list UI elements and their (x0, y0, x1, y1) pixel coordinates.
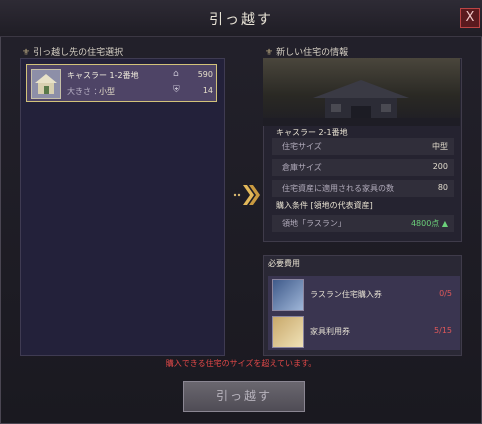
cost-item-count: 0/5 (439, 289, 452, 298)
cost-item-count: 5/15 (434, 326, 452, 335)
info-value: 80 (437, 183, 448, 192)
house-thumbnail (31, 69, 61, 99)
cost-item-label: ラスラン住宅購入券 (310, 290, 382, 299)
right-section-title: 新しい住宅の情報 (276, 48, 349, 58)
fleur-icon: ⚜ (22, 48, 31, 58)
house-list-item[interactable]: キャスラー 1-2番地 大きさ ： 小型 ⌂ 590 ⛨ 14 (26, 64, 217, 102)
info-value: 中型 (432, 142, 448, 151)
house-icon (35, 74, 57, 94)
condition-key: 領地「ラスラン」 (282, 219, 346, 228)
house-name: キャスラー 1-2番地 (67, 71, 139, 80)
left-section-header: ⚜ 引っ越し先の住宅選択 (22, 45, 123, 58)
info-value: 200 (432, 162, 448, 171)
info-row-furniture-count: 住宅資産に適用される家具の数 80 (272, 180, 454, 197)
house-stat-2: 14 (202, 86, 213, 95)
house-size-value: 小型 (99, 87, 115, 96)
house-size-label: 大きさ ： (67, 87, 102, 96)
info-key: 倉庫サイズ (282, 163, 322, 172)
info-key: 住宅サイズ (282, 142, 322, 151)
house-icon: ⌂ (173, 69, 179, 79)
arrow-right-icon (232, 182, 262, 208)
info-row-condition: 領地「ラスラン」 4800点 ▲ (272, 215, 454, 232)
cost-item-purchase-ticket[interactable]: ラスラン住宅購入券 0/5 (268, 276, 460, 313)
cost-section-title: 必要費用 (268, 259, 300, 268)
cost-item-label: 家具利用券 (310, 327, 350, 336)
close-button[interactable]: X (460, 8, 480, 28)
house-list-panel (20, 58, 225, 356)
info-key: 住宅資産に適用される家具の数 (282, 184, 394, 193)
size-warning-text: 購入できる住宅のサイズを超えています。 (165, 359, 317, 368)
info-row-house-size: 住宅サイズ 中型 (272, 138, 454, 155)
left-section-title: 引っ越し先の住宅選択 (33, 48, 124, 58)
house-stat-1: 590 (197, 70, 213, 79)
house-preview-image (263, 58, 460, 126)
scroll-icon (272, 316, 304, 348)
move-button[interactable]: 引っ越す (183, 381, 305, 412)
cost-item-furniture-ticket[interactable]: 家具利用券 5/15 (268, 313, 460, 350)
info-row-storage-size: 倉庫サイズ 200 (272, 159, 454, 176)
fleur-icon: ⚜ (265, 48, 274, 58)
right-section-header: ⚜ 新しい住宅の情報 (265, 45, 348, 58)
condition-value: 4800点 ▲ (410, 219, 448, 228)
title-bar: 引っ越す X (0, 0, 482, 37)
purchase-condition-title: 購入条件 [領地の代表資産] (276, 201, 373, 210)
dialog-title: 引っ越す (209, 12, 273, 28)
new-house-name: キャスラー 2-1番地 (276, 128, 348, 137)
shield-icon: ⛨ (173, 85, 180, 95)
ticket-icon (272, 279, 304, 311)
